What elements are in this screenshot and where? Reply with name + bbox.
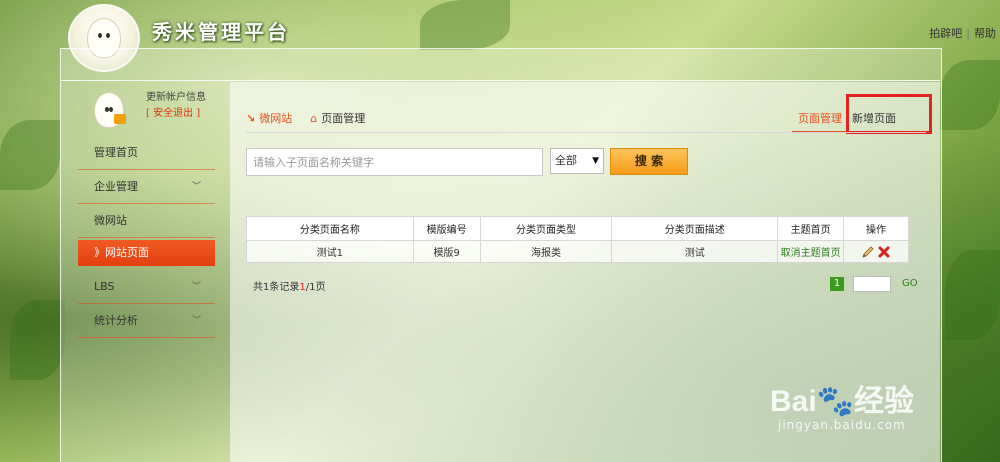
sidebar-item-lbs[interactable]: LBS ﹀ [78, 270, 215, 304]
sidebar-item-home[interactable]: 管理首页 [78, 136, 215, 170]
baidu-watermark: Bai🐾经验 [770, 385, 915, 418]
bag-icon [114, 114, 126, 124]
background-leaf [420, 0, 510, 50]
table-row: 测试1 模版9 海报类 测试 取消主题首页 [246, 240, 909, 263]
sidebar-item-label: 统计分析 [94, 314, 138, 327]
breadcrumb-site[interactable]: 微网站 [259, 112, 292, 125]
search-input[interactable] [246, 148, 543, 176]
edit-icon[interactable] [862, 245, 874, 258]
cell-template: 模版9 [412, 240, 481, 263]
sidebar-item-label: LBS [94, 280, 115, 293]
logout-link[interactable]: [ 安全退出 ] [146, 104, 200, 119]
brand-title: 秀米管理平台 [152, 20, 290, 44]
chevron-down-icon: ﹀ [191, 316, 201, 326]
watermark-url: jingyan.baidu.com [778, 418, 906, 432]
pages-table: 分类页面名称 模版编号 分类页面类型 分类页面描述 主题首页 操作 测试1 模版… [246, 216, 909, 263]
type-select[interactable]: 全部 ▼ [550, 148, 604, 174]
dropdown-arrow-icon: ▼ [592, 156, 599, 166]
sidebar-item-statistics[interactable]: 统计分析 ﹀ [78, 304, 215, 338]
update-account-link[interactable]: 更新帐户信息 [146, 88, 206, 103]
highlight-box [846, 94, 932, 134]
breadcrumb-page: 页面管理 [321, 112, 366, 125]
sidebar-item-enterprise[interactable]: 企业管理 ﹀ [78, 170, 215, 204]
paw-icon: 🐾 [816, 385, 855, 418]
chevron-down-icon: ﹀ [191, 182, 201, 192]
background-leaf [940, 60, 1000, 130]
select-value: 全部 [555, 154, 577, 167]
go-button[interactable]: GO [902, 278, 918, 289]
sidebar-item-label: 》网站页面 [94, 246, 149, 259]
column-header: 分类页面描述 [611, 216, 779, 241]
delete-icon[interactable] [878, 246, 890, 258]
background-leaf [10, 300, 65, 380]
column-header: 模版编号 [412, 216, 481, 241]
cell-name: 测试1 [246, 240, 414, 263]
sidebar-item-label: 微网站 [94, 214, 127, 227]
search-button[interactable]: 搜 索 [610, 148, 688, 175]
home-icon: ⌂ [310, 112, 318, 125]
column-header: 分类页面名称 [246, 216, 414, 241]
column-header: 主题首页 [777, 216, 845, 241]
cell-desc: 测试 [611, 240, 779, 263]
arrow-icon: ↘ [246, 112, 256, 125]
page-jump-input[interactable] [853, 276, 891, 292]
sidebar-item-site-pages[interactable]: 》网站页面 [78, 240, 215, 266]
sidebar-item-microsite[interactable]: 微网站 [78, 204, 215, 238]
frame-divider [60, 80, 940, 81]
breadcrumb: ↘ 微网站 ⌂ 页面管理 [246, 110, 365, 132]
top-links: 拍辟吧 | 帮助 [925, 25, 1000, 41]
record-summary: 共1条记录1/1页 [253, 282, 326, 293]
background-leaf [0, 120, 60, 190]
header-divider [246, 132, 926, 133]
avatar [88, 88, 130, 132]
column-header: 操作 [843, 216, 909, 241]
cell-actions [843, 240, 909, 263]
table-header-row: 分类页面名称 模版编号 分类页面类型 分类页面描述 主题首页 操作 [246, 216, 909, 241]
chevron-down-icon: ﹀ [191, 282, 201, 292]
sidebar-item-label: 管理首页 [94, 146, 138, 159]
top-link-pai[interactable]: 拍辟吧 [925, 27, 966, 40]
tab-page-management[interactable]: 页面管理 [792, 110, 848, 133]
top-link-help[interactable]: 帮助 [970, 27, 1000, 40]
column-header: 分类页面类型 [479, 216, 613, 241]
cancel-theme-link[interactable]: 取消主题首页 [777, 240, 845, 263]
sidebar-item-label: 企业管理 [94, 180, 138, 193]
page-1-button[interactable]: 1 [830, 277, 844, 291]
background-leaf [945, 250, 1000, 340]
cell-type: 海报类 [479, 240, 613, 263]
